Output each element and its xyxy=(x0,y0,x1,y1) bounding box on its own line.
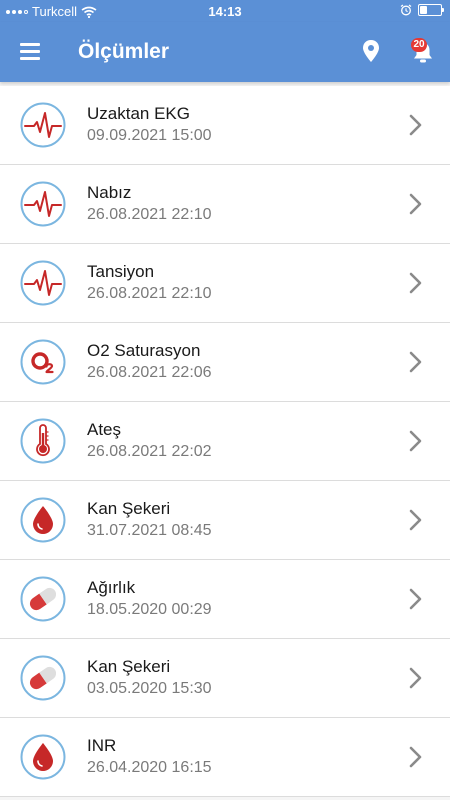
measurement-date: 31.07.2021 08:45 xyxy=(87,522,212,539)
measurement-row[interactable]: Ağırlık 18.05.2020 00:29 xyxy=(0,560,450,639)
oxygen-icon xyxy=(20,339,66,385)
chevron-right-icon xyxy=(409,351,422,373)
chevron-right-icon xyxy=(409,430,422,452)
measurement-row[interactable]: Tansiyon 26.08.2021 22:10 xyxy=(0,244,450,323)
measurement-row[interactable]: Nabız 26.08.2021 22:10 xyxy=(0,165,450,244)
blood-drop-icon xyxy=(20,497,66,543)
status-time: 14:13 xyxy=(208,4,242,19)
menu-button[interactable] xyxy=(18,40,44,64)
measurement-date: 09.09.2021 15:00 xyxy=(87,127,212,144)
pill-icon xyxy=(20,655,66,701)
chevron-right-icon xyxy=(409,114,422,136)
measurement-date: 26.08.2021 22:02 xyxy=(87,443,212,460)
measurement-title: Nabız xyxy=(87,183,132,202)
alarm-icon xyxy=(400,4,412,16)
chevron-right-icon xyxy=(409,667,422,689)
measurement-row[interactable]: INR 26.04.2020 16:15 xyxy=(0,718,450,797)
measurement-row[interactable]: Uzaktan EKG 09.09.2021 15:00 xyxy=(0,86,450,165)
chevron-right-icon xyxy=(409,193,422,215)
heartbeat-icon xyxy=(20,260,66,306)
measurement-date: 26.08.2021 22:10 xyxy=(87,206,212,223)
measurement-title: O2 Saturasyon xyxy=(87,341,201,360)
measurement-row[interactable]: Kan Şekeri 31.07.2021 08:45 xyxy=(0,481,450,560)
measurement-title: Ateş xyxy=(87,420,122,439)
page-title: Ölçümler xyxy=(78,40,170,63)
location-button[interactable] xyxy=(358,38,384,66)
blood-drop-icon xyxy=(20,734,66,780)
measurement-title: Kan Şekeri xyxy=(87,499,171,518)
heartbeat-icon xyxy=(20,102,66,148)
measurement-date: 26.08.2021 22:06 xyxy=(87,364,212,381)
status-bar: Turkcell 14:13 xyxy=(0,0,450,22)
measurement-date: 26.08.2021 22:10 xyxy=(87,285,212,302)
heartbeat-icon xyxy=(20,181,66,227)
measurements-list: Uzaktan EKG 09.09.2021 15:00 Nabız 26.08.20… xyxy=(0,86,450,797)
status-right xyxy=(400,4,444,16)
measurement-date: 03.05.2020 15:30 xyxy=(87,680,212,697)
thermometer-icon xyxy=(20,418,66,464)
notification-badge: 20 xyxy=(411,38,427,52)
measurement-title: Tansiyon xyxy=(87,262,155,281)
measurement-date: 26.04.2020 16:15 xyxy=(87,759,212,776)
measurement-title: INR xyxy=(87,736,117,755)
measurement-title: Ağırlık xyxy=(87,578,136,597)
measurement-row[interactable]: O2 Saturasyon 26.08.2021 22:06 xyxy=(0,323,450,402)
pill-icon xyxy=(20,576,66,622)
chevron-right-icon xyxy=(409,272,422,294)
chevron-right-icon xyxy=(409,746,422,768)
measurement-date: 18.05.2020 00:29 xyxy=(87,601,212,618)
measurement-row[interactable]: Kan Şekeri 03.05.2020 15:30 xyxy=(0,639,450,718)
measurement-title: Uzaktan EKG xyxy=(87,104,190,123)
chevron-right-icon xyxy=(409,588,422,610)
measurement-title: Kan Şekeri xyxy=(87,657,171,676)
chevron-right-icon xyxy=(409,509,422,531)
measurement-row[interactable]: Ateş 26.08.2021 22:02 xyxy=(0,402,450,481)
notifications-button[interactable]: 20 xyxy=(408,36,438,68)
location-pin-icon xyxy=(363,40,379,62)
app-header: Ölçümler 20 xyxy=(0,22,450,82)
battery-icon xyxy=(418,4,444,16)
